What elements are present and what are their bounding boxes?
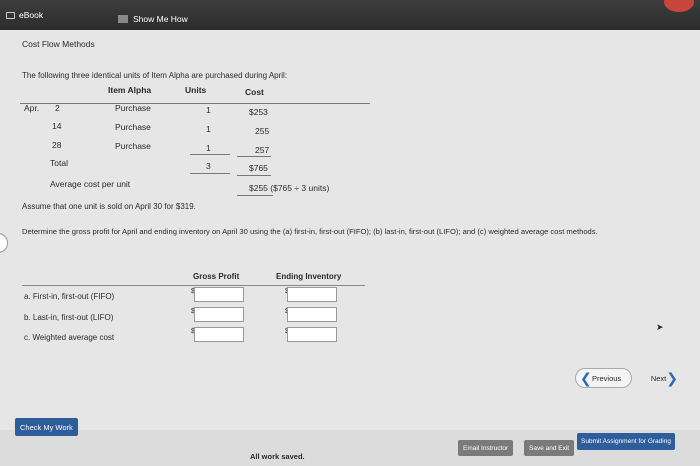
- book-icon: [6, 11, 15, 19]
- save-and-exit-button[interactable]: Save and Exit: [524, 440, 575, 456]
- show-me-how-tab[interactable]: Show Me How: [118, 10, 188, 28]
- row-day: 14: [52, 121, 62, 131]
- row-cost: 255: [255, 126, 270, 136]
- answer-header-gross: Gross Profit: [193, 272, 240, 281]
- row-day: 28: [52, 140, 62, 150]
- row-cost: $253: [249, 107, 268, 117]
- average-label: Average cost per unit: [50, 179, 131, 189]
- save-status: All work saved.: [250, 452, 305, 461]
- row-units: 1: [206, 143, 211, 153]
- total-cost: $765: [249, 163, 268, 173]
- row-units: 1: [206, 105, 211, 115]
- previous-label: Previous: [592, 373, 622, 383]
- col-header-units: Units: [185, 85, 207, 95]
- next-button[interactable]: Next ❯: [642, 368, 678, 388]
- answer-row-label: a. First-in, first-out (FIFO): [24, 292, 115, 301]
- question-text: Determine the gross profit for April and…: [22, 227, 598, 236]
- cost-sum-line: [237, 156, 271, 157]
- gross-profit-weighted-input[interactable]: [194, 327, 244, 342]
- row-desc: Purchase: [115, 122, 151, 132]
- answer-header-ending: Ending Inventory: [276, 272, 342, 281]
- submit-assignment-button[interactable]: Submit Assignment for Grading: [577, 433, 675, 450]
- average-value: $255 ($765 ÷ 3 units): [249, 183, 330, 193]
- header-divider: [20, 103, 370, 104]
- chevron-left-icon: ❮: [580, 370, 592, 386]
- row-desc: Purchase: [115, 103, 151, 113]
- col-header-item: Item Alpha: [108, 85, 152, 95]
- answer-header-divider: [22, 285, 365, 286]
- total-label: Total: [50, 158, 68, 168]
- problem-intro: The following three identical units of I…: [22, 71, 288, 80]
- ending-inventory-fifo-input[interactable]: [287, 287, 337, 302]
- collapse-left-button[interactable]: ‹: [0, 233, 8, 253]
- email-instructor-button[interactable]: Email Instructor: [458, 440, 514, 456]
- pause-indicator: [664, 0, 694, 12]
- ebook-tab[interactable]: eBook: [6, 6, 43, 24]
- mouse-cursor-icon: ➤: [656, 322, 664, 332]
- top-bar: eBook Show Me How: [0, 0, 700, 30]
- units-sum-line: [190, 154, 230, 155]
- total-units: 3: [206, 161, 211, 171]
- cost-total-line: [237, 175, 271, 176]
- previous-button[interactable]: ❮ Previous: [575, 368, 633, 388]
- answer-row-label: c. Weighted average cost: [24, 333, 115, 342]
- assumption-text: Assume that one unit is sold on April 30…: [22, 202, 196, 211]
- next-label: Next: [650, 373, 667, 383]
- chevron-right-icon: ❯: [666, 369, 678, 386]
- row-month: Apr.: [24, 103, 40, 113]
- average-underline: [237, 195, 273, 196]
- video-icon: [118, 15, 128, 23]
- row-day: 2: [55, 103, 60, 113]
- ending-inventory-weighted-input[interactable]: [287, 327, 337, 342]
- ebook-label: eBook: [19, 10, 44, 20]
- gross-profit-lifo-input[interactable]: [194, 307, 244, 322]
- row-units: 1: [206, 124, 211, 134]
- answer-row-label: b. Last-in, first-out (LIFO): [24, 313, 114, 322]
- row-cost: 257: [255, 145, 270, 155]
- units-total-line: [190, 173, 230, 174]
- ending-inventory-lifo-input[interactable]: [287, 307, 337, 322]
- col-header-cost: Cost: [245, 87, 264, 97]
- row-desc: Purchase: [115, 141, 151, 151]
- check-my-work-button[interactable]: Check My Work: [15, 418, 78, 436]
- show-me-how-label: Show Me How: [133, 14, 188, 24]
- page-title: Cost Flow Methods: [22, 39, 95, 49]
- gross-profit-fifo-input[interactable]: [194, 287, 244, 302]
